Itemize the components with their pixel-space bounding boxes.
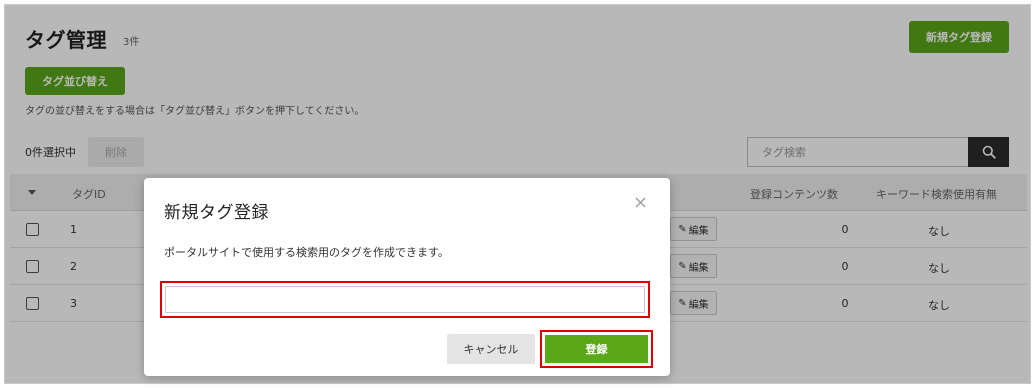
register-button[interactable]: 登録 [545, 335, 648, 363]
register-button-highlight: 登録 [540, 330, 653, 368]
cancel-button[interactable]: キャンセル [447, 334, 535, 364]
dialog-description: ポータルサイトで使用する検索用のタグを作成できます。 [164, 246, 449, 259]
tag-name-field [160, 281, 650, 318]
dialog-title: 新規タグ登録 [164, 203, 269, 223]
close-icon [635, 197, 645, 207]
new-tag-dialog: 新規タグ登録 ポータルサイトで使用する検索用のタグを作成できます。 キャンセル … [144, 178, 670, 376]
close-button[interactable] [630, 192, 650, 212]
tag-name-input[interactable] [165, 286, 645, 313]
